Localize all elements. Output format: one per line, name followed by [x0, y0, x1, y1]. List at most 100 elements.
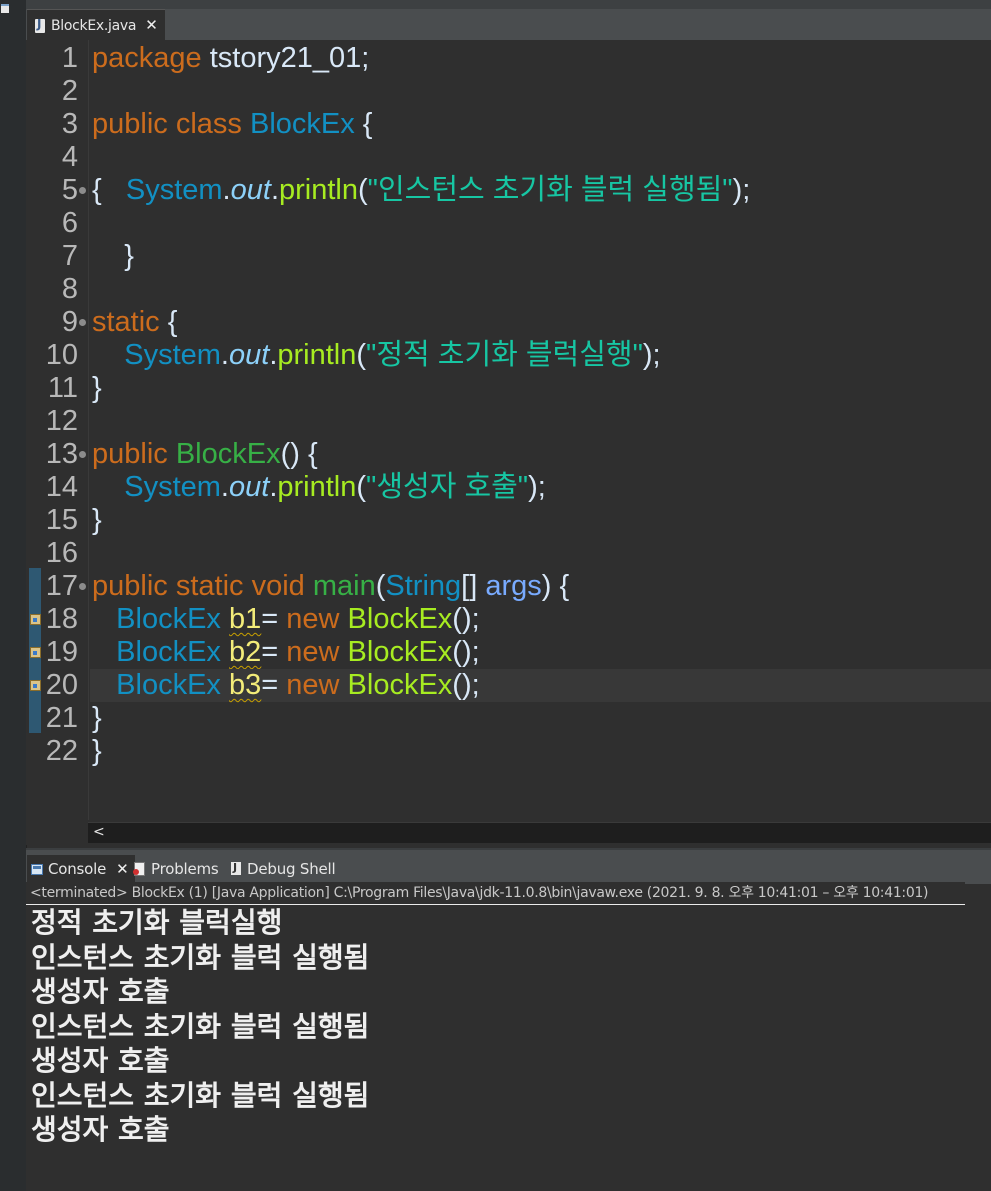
code-token: System: [124, 339, 221, 371]
warning-marker-icon[interactable]: [30, 612, 42, 626]
code-token: .: [270, 174, 279, 206]
warning-marker-icon[interactable]: [30, 645, 42, 659]
code-line: 4: [26, 141, 991, 174]
code-text: }: [92, 702, 102, 735]
code-text: BlockEx b3= new BlockEx();: [92, 669, 480, 702]
code-line: 20 BlockEx b3= new BlockEx();: [26, 669, 991, 702]
code-token: }: [92, 702, 102, 734]
code-text: }: [92, 240, 134, 273]
fold-toggle-icon[interactable]: [79, 319, 86, 326]
code-token: public: [92, 438, 168, 470]
line-number: 11: [47, 372, 78, 404]
code-token: new: [286, 603, 340, 635]
code-token: package: [92, 42, 202, 74]
code-token: "인스턴스 초기화 블럭 실행됨": [367, 174, 733, 206]
close-console-icon[interactable]: ✕: [116, 861, 129, 877]
fold-toggle-icon[interactable]: [79, 451, 86, 458]
line-number: 4: [61, 141, 78, 173]
code-token: "정적 초기화 블럭실행": [366, 339, 643, 371]
line-number: 15: [45, 504, 78, 536]
editor-tab-label: BlockEx.java: [51, 17, 137, 34]
console-output-line: 생성자 호출: [31, 975, 170, 1008]
code-token: println: [277, 339, 357, 371]
line-number: 8: [61, 273, 78, 305]
line-number: 7: [61, 240, 78, 272]
code-line: 2: [26, 75, 991, 108]
code-token: () {: [280, 438, 318, 470]
problems-icon: [133, 862, 146, 876]
code-token: "생성자 호출": [366, 471, 529, 503]
horizontal-scrollbar[interactable]: <: [88, 822, 991, 843]
console-tab-bar: Console ✕ Problems Debug Shell: [26, 848, 991, 884]
code-token: (: [358, 174, 368, 206]
console-output-line: 인스턴스 초기화 블럭 실행됨: [31, 1078, 370, 1112]
editor-tab-bar: BlockEx.java ✕: [26, 0, 991, 42]
restore-view-icon[interactable]: [1, 4, 9, 13]
java-file-icon: [33, 17, 47, 33]
line-number: 16: [45, 537, 78, 569]
tab-console[interactable]: Console ✕: [27, 855, 135, 883]
line-number: 9: [61, 306, 78, 338]
fold-toggle-icon[interactable]: [79, 187, 86, 194]
code-token: );: [528, 471, 546, 503]
line-number: 10: [45, 339, 78, 371]
code-line: 22}: [26, 735, 991, 768]
code-line: 8: [26, 273, 991, 306]
tab-problems[interactable]: Problems: [133, 855, 219, 883]
left-minimized-stack: [0, 0, 27, 1191]
tab-console-label: Console: [48, 860, 107, 878]
code-token: .: [220, 471, 229, 503]
code-token: ();: [452, 669, 480, 701]
console-output-line: 정적 초기화 블럭실행: [31, 906, 283, 939]
code-line: 9 static {: [26, 306, 991, 339]
code-line: 11}: [26, 372, 991, 405]
close-tab-icon[interactable]: ✕: [145, 18, 158, 33]
tab-debug-shell[interactable]: Debug Shell: [230, 855, 336, 883]
code-token: new: [286, 669, 340, 701]
code-token: );: [732, 174, 751, 206]
editor-tab-blockex[interactable]: BlockEx.java ✕: [27, 9, 166, 41]
debug-shell-icon: [230, 861, 242, 876]
warning-marker-icon[interactable]: [30, 678, 42, 692]
code-token: System: [124, 471, 221, 503]
code-token: BlockEx: [347, 636, 453, 668]
code-text: }: [92, 504, 102, 537]
code-line: 18 BlockEx b1= new BlockEx();: [26, 603, 991, 636]
line-number: 1: [61, 42, 78, 74]
code-token: BlockEx: [249, 108, 355, 140]
code-token: .: [220, 339, 229, 371]
code-text: package tstory21_01;: [92, 42, 369, 75]
code-token: []: [461, 570, 486, 602]
code-token: {: [92, 174, 126, 206]
code-token: void: [251, 570, 305, 602]
code-token: =: [261, 636, 287, 668]
code-line: 6: [26, 207, 991, 240]
code-line: 13 public BlockEx() {: [26, 438, 991, 471]
code-token: public: [92, 108, 168, 140]
code-line: 17 public static void main(String[] args)…: [26, 570, 991, 603]
code-line: 19 BlockEx b2= new BlockEx();: [26, 636, 991, 669]
code-text: BlockEx b1= new BlockEx();: [92, 603, 480, 636]
java-editor: BlockEx.java ✕ 1 package tstory21_01; 23 pu…: [26, 0, 991, 845]
code-token: println: [279, 174, 358, 206]
code-token: (: [375, 570, 386, 602]
code-token: BlockEx: [116, 603, 221, 635]
code-token: BlockEx: [116, 636, 221, 668]
code-token: =: [261, 603, 287, 635]
code-token: static: [175, 570, 244, 602]
code-text: static {: [92, 306, 177, 339]
code-area[interactable]: 1 package tstory21_01; 2 3 public class Bloc…: [26, 40, 991, 820]
console-output[interactable]: 정적 초기화 블럭실행 인스턴스 초기화 블럭 실행됨 생성자 호출 인스턴스 초기화…: [31, 906, 369, 1148]
code-token: static: [92, 306, 160, 338]
code-text: System.out.println("생성자 호출");: [92, 471, 546, 504]
scroll-left-icon[interactable]: <: [93, 824, 105, 840]
fold-toggle-icon[interactable]: [79, 583, 86, 590]
code-token: =: [261, 669, 287, 701]
